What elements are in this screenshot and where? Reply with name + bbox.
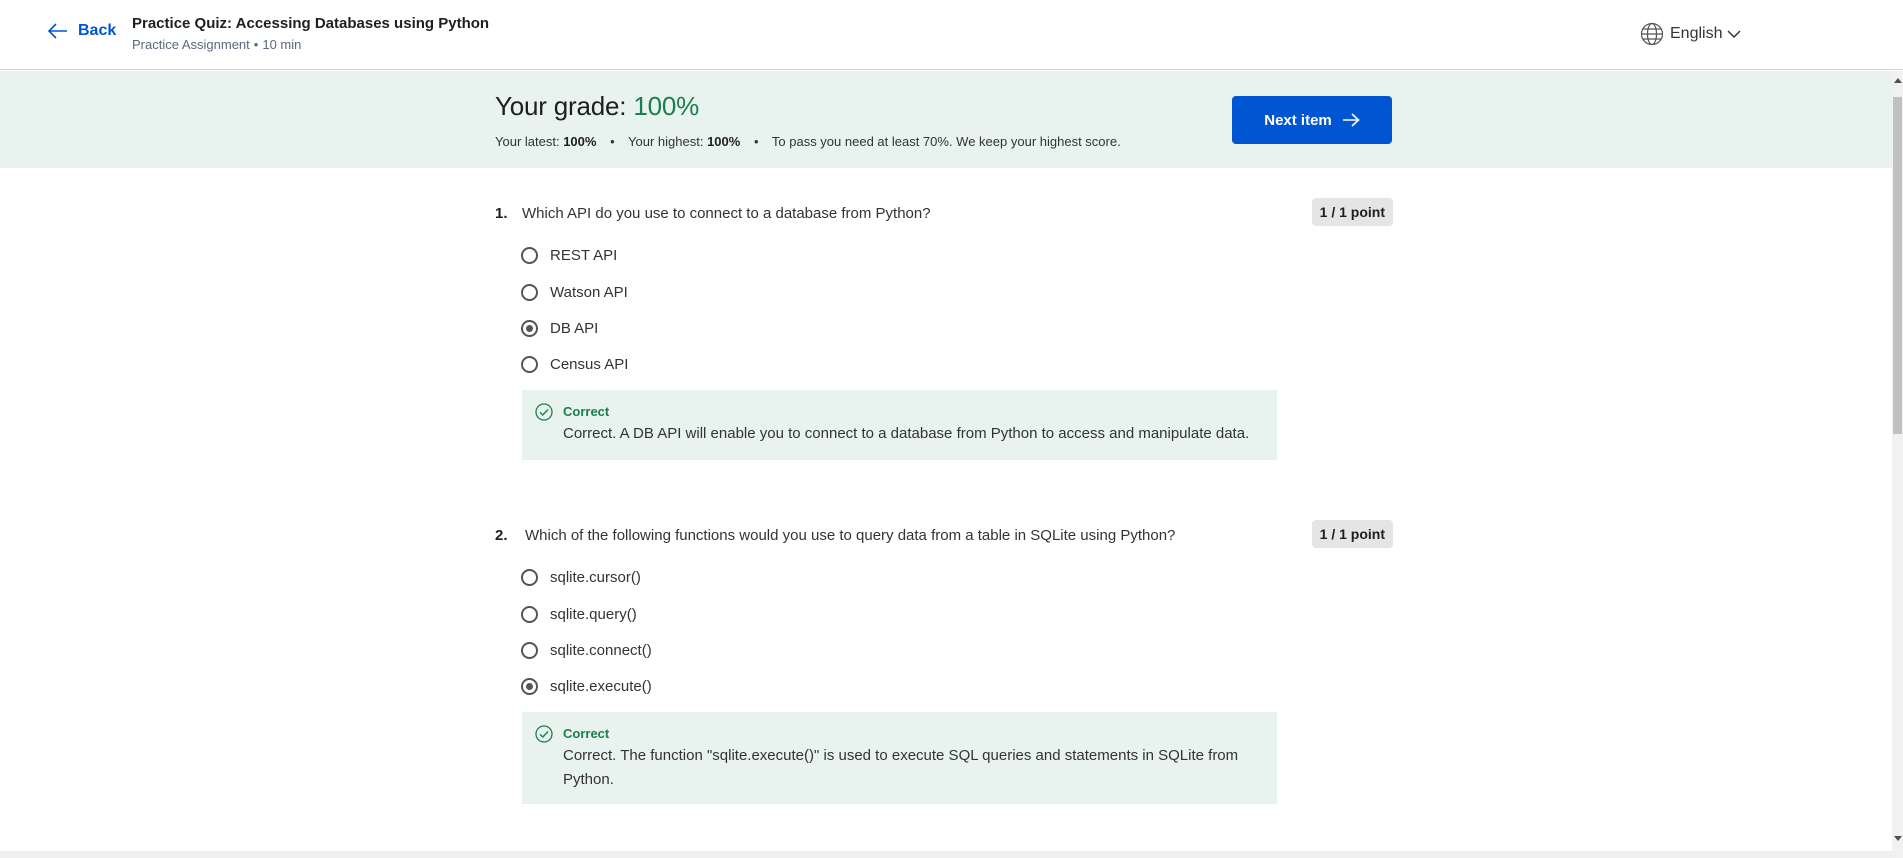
back-button[interactable]: Back [48,22,116,40]
scroll-up-arrow-icon[interactable] [1894,78,1902,83]
radio-button[interactable] [521,356,538,373]
radio-button[interactable] [521,284,538,301]
page-subtitle: Practice Assignment • 10 min [132,37,302,52]
scrollbar-thumb[interactable] [1893,97,1902,434]
grade-value: 100% [633,91,700,121]
question-text: Which of the following functions would y… [525,527,1176,544]
grade-details: Your latest: 100% • Your highest: 100% •… [495,134,1121,149]
radio-button[interactable] [521,642,538,659]
radio-button-selected[interactable] [521,320,538,337]
question-number: 2. [495,527,508,544]
scroll-down-arrow-icon[interactable] [1894,836,1902,841]
check-circle-icon [535,403,553,421]
grade-label: Your grade: [495,91,627,121]
grade-heading: Your grade: 100% [495,91,699,122]
assignment-duration: 10 min [262,37,302,52]
option-label: sqlite.query() [550,606,637,623]
check-circle-icon [535,725,553,743]
feedback-label: Correct [563,404,610,419]
pass-note: To pass you need at least 70%. We keep y… [771,134,1121,149]
page-title: Practice Quiz: Accessing Databases using… [132,15,490,32]
highest-label: Your highest: [628,134,704,149]
chevron-down-icon [1727,30,1742,39]
globe-icon [1640,22,1664,46]
arrow-right-icon [1342,113,1360,127]
back-label: Back [78,22,117,39]
answer-option[interactable]: sqlite.execute() [521,678,652,695]
question-header: 2. Which of the following functions woul… [495,520,1393,548]
points-badge: 1 / 1 point [1311,198,1393,226]
option-label: Watson API [550,284,628,301]
language-selector[interactable]: English [1640,22,1742,46]
option-label: sqlite.cursor() [550,569,641,586]
next-item-label: Next item [1264,111,1332,129]
feedback-text: Correct. The function "sqlite.execute()"… [563,747,1239,788]
option-label: DB API [550,320,599,337]
answer-option[interactable]: sqlite.query() [521,606,637,623]
option-label: Census API [550,356,629,373]
radio-button-selected[interactable] [521,678,538,695]
answer-option[interactable]: sqlite.connect() [521,642,652,659]
question-number: 1. [495,205,508,222]
grade-banner: Your grade: 100% Your latest: 100% • You… [0,71,1892,168]
feedback-label: Correct [563,726,610,741]
points-badge: 1 / 1 point [1311,520,1393,548]
option-label: REST API [550,247,618,264]
answer-option[interactable]: REST API [521,247,617,264]
latest-label: Your latest: [495,134,560,149]
next-item-button[interactable]: Next item [1232,96,1392,144]
radio-button[interactable] [521,569,538,586]
feedback-text: Correct. A DB API will enable you to con… [563,425,1250,442]
arrow-left-icon [48,23,67,39]
question-text: Which API do you use to connect to a dat… [522,205,931,222]
answer-option[interactable]: Census API [521,356,628,373]
question-header: 1. Which API do you use to connect to a … [495,198,1393,226]
bottom-divider [0,851,1892,858]
language-label: English [1670,25,1723,42]
question-1: 1. Which API do you use to connect to a … [495,198,1393,460]
top-header: Back Practice Quiz: Accessing Databases … [0,0,1903,70]
question-2: 2. Which of the following functions woul… [495,520,1393,804]
latest-value: 100% [563,134,597,149]
assignment-type: Practice Assignment [132,37,250,52]
feedback-box: Correct Correct. A DB API will enable yo… [522,390,1277,460]
answer-option[interactable]: sqlite.cursor() [521,569,641,586]
highest-value: 100% [707,134,741,149]
option-label: sqlite.connect() [550,642,652,659]
answer-option[interactable]: Watson API [521,284,628,301]
feedback-box: Correct Correct. The function "sqlite.ex… [522,712,1277,804]
answer-option[interactable]: DB API [521,320,598,337]
option-label: sqlite.execute() [550,678,652,695]
radio-button[interactable] [521,606,538,623]
page-title-block: Practice Quiz: Accessing Databases using… [132,14,489,54]
radio-button[interactable] [521,247,538,264]
